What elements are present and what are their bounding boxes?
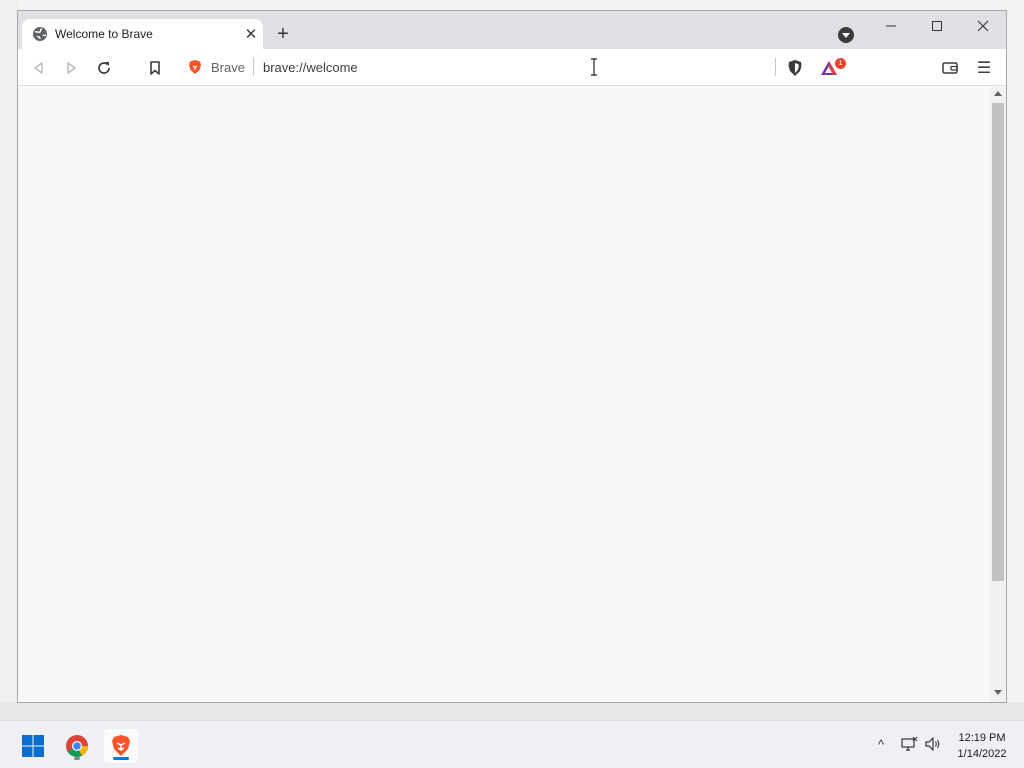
menu-button[interactable]: ☰ bbox=[973, 57, 995, 79]
desktop-background-bottom bbox=[0, 702, 1024, 720]
brave-shields-button[interactable] bbox=[784, 57, 806, 79]
address-bar-divider bbox=[253, 58, 254, 76]
rewards-badge: 1 bbox=[835, 58, 846, 69]
back-button[interactable] bbox=[28, 57, 50, 79]
address-bar-brand: Brave bbox=[211, 60, 245, 75]
tray-overflow-icon[interactable]: ^ bbox=[872, 735, 890, 753]
wallet-button[interactable] bbox=[939, 57, 961, 79]
page-content bbox=[18, 87, 990, 702]
forward-button[interactable] bbox=[60, 57, 82, 79]
tab-title: Welcome to Brave bbox=[55, 27, 153, 41]
close-window-button[interactable] bbox=[960, 15, 1006, 37]
reload-button[interactable] bbox=[93, 57, 115, 79]
brave-lion-icon bbox=[187, 59, 203, 75]
tab-search-icon[interactable] bbox=[838, 27, 854, 43]
new-tab-button[interactable]: + bbox=[272, 23, 294, 45]
text-cursor-icon bbox=[589, 57, 599, 77]
title-bar: Welcome to Brave ✕ + bbox=[18, 11, 1006, 49]
clock-date: 1/14/2022 bbox=[957, 748, 1007, 760]
scroll-up-icon[interactable] bbox=[994, 91, 1002, 96]
scroll-down-icon[interactable] bbox=[994, 690, 1002, 695]
volume-icon[interactable] bbox=[924, 735, 942, 753]
desktop-background-right bbox=[1006, 0, 1024, 720]
system-clock[interactable]: 12:19 PM 1/14/2022 bbox=[944, 730, 1020, 762]
taskbar-running-indicator bbox=[74, 757, 80, 760]
scrollbar-thumb[interactable] bbox=[992, 103, 1004, 581]
desktop-background bbox=[0, 0, 1024, 10]
browser-window: Welcome to Brave ✕ + Brave brave://welco… bbox=[17, 10, 1007, 703]
toolbar: Brave brave://welcome 1 ☰ bbox=[18, 49, 1006, 86]
address-bar[interactable]: Brave brave://welcome bbox=[178, 53, 848, 81]
desktop-background-left bbox=[0, 0, 18, 720]
start-button[interactable] bbox=[16, 729, 50, 763]
globe-icon bbox=[32, 26, 48, 42]
taskbar: ^ 12:19 PM 1/14/2022 bbox=[0, 720, 1024, 768]
taskbar-active-indicator bbox=[113, 757, 129, 760]
taskbar-brave[interactable] bbox=[104, 729, 138, 763]
address-bar-divider-right bbox=[775, 58, 776, 76]
network-icon[interactable] bbox=[900, 735, 918, 753]
clock-time: 12:19 PM bbox=[958, 732, 1006, 744]
chrome-icon bbox=[66, 735, 88, 757]
bookmark-button[interactable] bbox=[144, 57, 166, 79]
address-bar-url[interactable]: brave://welcome bbox=[263, 60, 358, 75]
maximize-button[interactable] bbox=[914, 15, 960, 37]
brave-icon bbox=[112, 735, 130, 756]
taskbar-chrome[interactable] bbox=[60, 729, 94, 763]
vertical-scrollbar[interactable] bbox=[990, 87, 1006, 702]
minimize-button[interactable] bbox=[868, 15, 914, 37]
tab-welcome[interactable]: Welcome to Brave ✕ bbox=[22, 19, 263, 49]
close-tab-icon[interactable]: ✕ bbox=[242, 25, 260, 43]
windows-logo-icon bbox=[22, 735, 44, 757]
